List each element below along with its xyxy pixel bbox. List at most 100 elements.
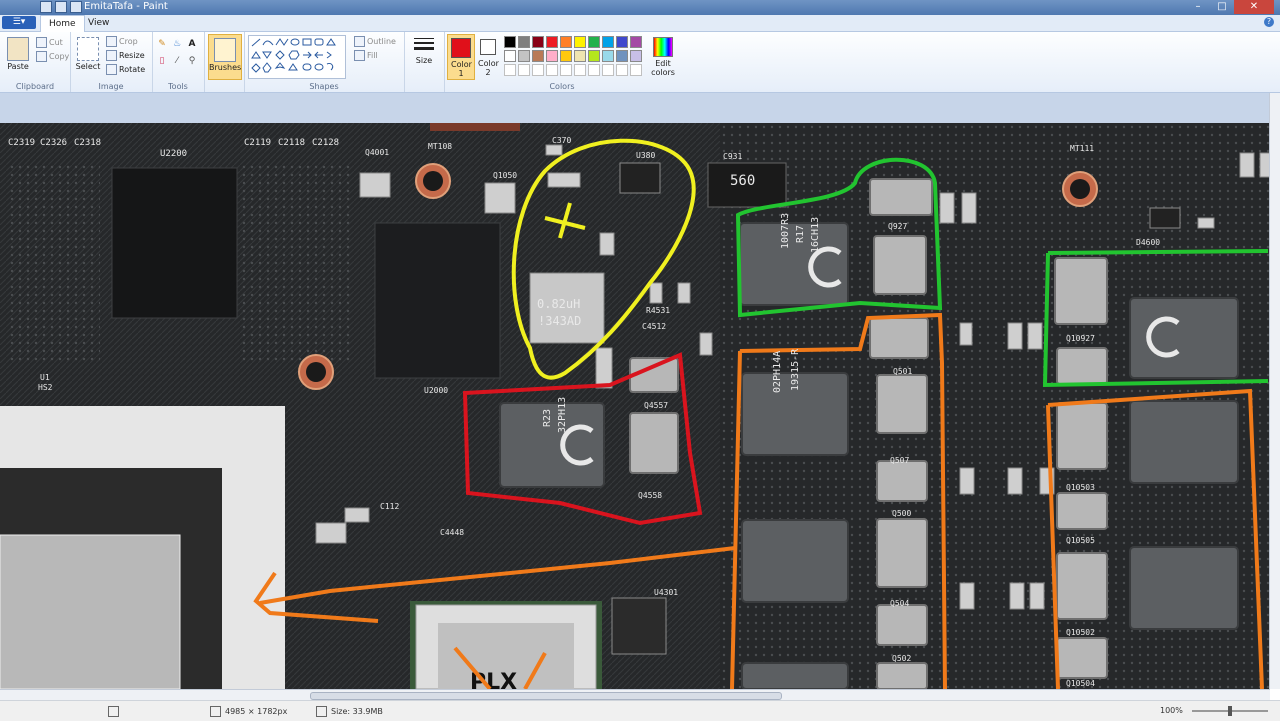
text-tool-icon[interactable]: A bbox=[187, 39, 197, 49]
disk-icon bbox=[316, 706, 327, 717]
help-icon[interactable]: ? bbox=[1264, 17, 1274, 27]
custom-color-slot[interactable] bbox=[532, 64, 544, 76]
label-q4557: Q4557 bbox=[644, 401, 668, 410]
paste-icon bbox=[7, 37, 29, 61]
label-chip-r17: R17 bbox=[795, 225, 806, 243]
label-c2128: C2128 bbox=[312, 138, 339, 148]
size-group: Size bbox=[404, 32, 445, 92]
shapes-group: Outline Fill Shapes bbox=[244, 32, 405, 92]
line-width-icon bbox=[414, 38, 434, 50]
eraser-icon[interactable]: ▯ bbox=[157, 56, 167, 66]
palette-swatch[interactable] bbox=[560, 36, 572, 48]
close-button[interactable]: ✕ bbox=[1234, 0, 1274, 14]
custom-color-slot[interactable] bbox=[588, 64, 600, 76]
status-bar: 4985 × 1782px Size: 33.9MB 100% bbox=[0, 700, 1280, 721]
label-u2200: U2200 bbox=[160, 149, 187, 159]
palette-swatch[interactable] bbox=[546, 50, 558, 62]
palette-swatch[interactable] bbox=[518, 36, 530, 48]
file-size: Size: 33.9MB bbox=[316, 706, 383, 717]
rotate-button[interactable]: Rotate bbox=[106, 64, 145, 75]
palette-swatch[interactable] bbox=[602, 36, 614, 48]
custom-color-slot[interactable] bbox=[630, 64, 642, 76]
palette-swatch[interactable] bbox=[504, 50, 516, 62]
color2-button[interactable]: Color 2 bbox=[476, 34, 500, 77]
zoom-slider-thumb[interactable] bbox=[1228, 706, 1232, 716]
crop-icon bbox=[106, 36, 117, 47]
palette-swatch[interactable] bbox=[602, 50, 614, 62]
crop-button[interactable]: Crop bbox=[106, 36, 138, 47]
pcb-drawing[interactable]: PLX C2319 C2326 C2318 U2200 C2119 C2118 … bbox=[0, 123, 1270, 689]
palette-swatch[interactable] bbox=[630, 50, 642, 62]
fill-bucket-icon[interactable]: ♨ bbox=[172, 39, 182, 49]
label-q10505: Q10505 bbox=[1066, 536, 1095, 545]
palette-swatch[interactable] bbox=[616, 50, 628, 62]
palette-swatch[interactable] bbox=[574, 50, 586, 62]
clipboard-label: Clipboard bbox=[15, 82, 55, 91]
magnifier-icon[interactable]: ⚲ bbox=[187, 56, 197, 66]
palette-swatch[interactable] bbox=[532, 36, 544, 48]
outline-icon bbox=[354, 36, 365, 47]
label-q1050: Q1050 bbox=[493, 171, 517, 180]
custom-color-slot[interactable] bbox=[616, 64, 628, 76]
palette-swatch[interactable] bbox=[574, 36, 586, 48]
color1-button[interactable]: Color 1 bbox=[447, 34, 475, 80]
palette-swatch[interactable] bbox=[588, 50, 600, 62]
label-q10927: Q10927 bbox=[1066, 334, 1095, 343]
save-icon[interactable] bbox=[40, 1, 52, 13]
label-q500: Q500 bbox=[892, 509, 911, 518]
horizontal-scroll-thumb[interactable] bbox=[310, 692, 782, 700]
color1-swatch bbox=[451, 38, 471, 58]
cursor-position bbox=[108, 706, 119, 717]
label-chip-1007: 1007R3 bbox=[780, 213, 791, 249]
maximize-button[interactable]: □ bbox=[1210, 0, 1234, 14]
copy-button[interactable]: Copy bbox=[36, 51, 69, 62]
color2-swatch bbox=[480, 39, 496, 55]
color-picker-icon[interactable]: ⁄ bbox=[172, 56, 182, 66]
file-menu-button[interactable]: ☰▾ bbox=[2, 16, 36, 29]
minimize-button[interactable]: – bbox=[1186, 0, 1210, 14]
pencil-icon[interactable]: ✎ bbox=[157, 39, 167, 49]
zoom-slider[interactable] bbox=[1192, 706, 1268, 716]
custom-color-slot[interactable] bbox=[518, 64, 530, 76]
resize-icon bbox=[106, 50, 117, 61]
palette-swatch[interactable] bbox=[504, 36, 516, 48]
paste-button[interactable]: Paste bbox=[4, 34, 32, 71]
custom-color-slot[interactable] bbox=[504, 64, 516, 76]
vertical-scrollbar[interactable] bbox=[1269, 93, 1280, 689]
label-q502: Q502 bbox=[892, 654, 911, 663]
palette-swatch[interactable] bbox=[546, 36, 558, 48]
cursor-icon bbox=[108, 706, 119, 717]
palette-swatch[interactable] bbox=[588, 36, 600, 48]
select-button[interactable]: Select bbox=[74, 34, 102, 71]
undo-icon[interactable] bbox=[55, 1, 67, 13]
custom-color-slot[interactable] bbox=[546, 64, 558, 76]
custom-color-slot[interactable] bbox=[602, 64, 614, 76]
redo-icon[interactable] bbox=[70, 1, 82, 13]
label-q927: Q927 bbox=[888, 222, 907, 231]
label-u380: U380 bbox=[636, 151, 655, 160]
label-q4558: Q4558 bbox=[638, 491, 662, 500]
tab-view[interactable]: View bbox=[80, 15, 117, 31]
palette-swatch[interactable] bbox=[630, 36, 642, 48]
custom-color-slot[interactable] bbox=[560, 64, 572, 76]
palette-swatch[interactable] bbox=[560, 50, 572, 62]
pcb-image[interactable]: PLX C2319 C2326 C2318 U2200 C2119 C2118 … bbox=[0, 123, 1270, 689]
label-inductor-02ph: 02PH14A bbox=[772, 351, 783, 393]
outline-button[interactable]: Outline bbox=[354, 36, 396, 47]
brushes-button[interactable]: Brushes bbox=[208, 34, 242, 80]
color-wheel-icon bbox=[653, 37, 673, 57]
palette-swatch[interactable] bbox=[616, 36, 628, 48]
image-dimensions: 4985 × 1782px bbox=[210, 706, 287, 717]
shapes-gallery[interactable] bbox=[248, 35, 346, 79]
cut-button[interactable]: Cut bbox=[36, 37, 63, 48]
custom-color-slot[interactable] bbox=[574, 64, 586, 76]
palette-swatch[interactable] bbox=[518, 50, 530, 62]
palette-swatch[interactable] bbox=[532, 50, 544, 62]
canvas-area[interactable]: PLX C2319 C2326 C2318 U2200 C2119 C2118 … bbox=[0, 93, 1280, 689]
resize-button[interactable]: Resize bbox=[106, 50, 145, 61]
fill-button[interactable]: Fill bbox=[354, 50, 378, 61]
size-button[interactable]: Size bbox=[410, 36, 438, 65]
tab-home[interactable]: Home bbox=[40, 15, 85, 32]
label-r4531: R4531 bbox=[646, 306, 670, 315]
edit-colors-button[interactable]: Edit colors bbox=[646, 34, 680, 77]
